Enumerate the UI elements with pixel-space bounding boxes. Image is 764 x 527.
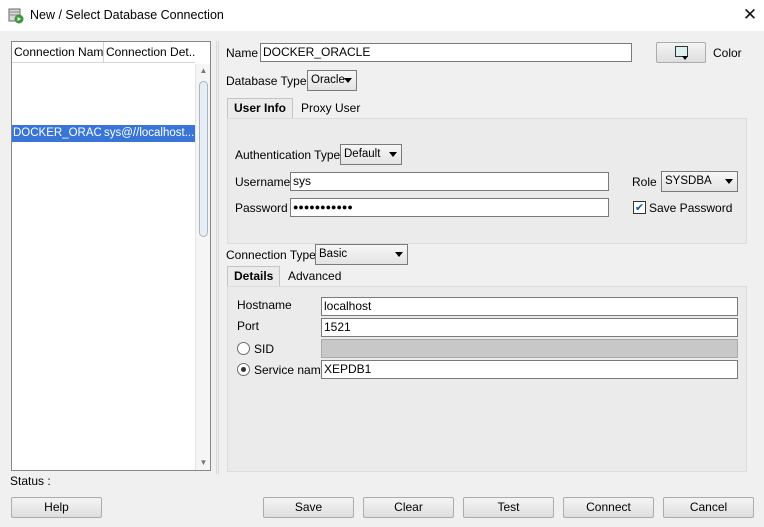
authentication-type-select[interactable]: Default: [340, 144, 402, 165]
cancel-button[interactable]: Cancel: [663, 497, 754, 518]
sid-field[interactable]: [321, 339, 738, 358]
connection-list[interactable]: Connection Name Connection Det... DOCKER…: [11, 41, 211, 471]
tab-proxy-user[interactable]: Proxy User: [295, 99, 366, 119]
chevron-down-icon: [344, 78, 352, 83]
scroll-down-icon[interactable]: ▼: [199, 459, 208, 467]
connection-name-cell: DOCKER_ORACLE: [13, 127, 101, 139]
scroll-up-icon[interactable]: ▲: [199, 67, 208, 75]
service-name-field[interactable]: XEPDB1: [321, 360, 738, 379]
split-divider[interactable]: [216, 41, 219, 474]
connection-type-select[interactable]: Basic: [315, 244, 408, 265]
chevron-down-icon: [725, 179, 733, 184]
help-button[interactable]: Help: [11, 497, 102, 518]
scrollbar-thumb[interactable]: [199, 81, 208, 237]
sid-label: SID: [254, 342, 275, 356]
column-header-connection-details[interactable]: Connection Det...: [104, 42, 195, 63]
name-field[interactable]: DOCKER_ORACLE: [260, 43, 632, 62]
hostname-field[interactable]: localhost: [321, 297, 738, 316]
window-title: New / Select Database Connection: [30, 8, 224, 22]
database-connection-icon: [8, 8, 24, 24]
save-password-label: Save Password: [649, 201, 733, 215]
close-icon[interactable]: ✕: [737, 5, 763, 27]
connection-type-value: Basic: [319, 248, 348, 260]
port-field[interactable]: 1521: [321, 318, 738, 337]
hostname-label: Hostname: [237, 298, 292, 312]
service-name-radio[interactable]: [237, 363, 250, 376]
authentication-type-label: Authentication Type: [235, 148, 341, 162]
clear-button[interactable]: Clear: [363, 497, 454, 518]
role-value: SYSDBA: [665, 175, 712, 187]
save-password-checkbox[interactable]: ✔: [633, 201, 646, 214]
connection-type-label: Connection Type: [226, 248, 316, 262]
connect-button[interactable]: Connect: [563, 497, 654, 518]
tab-user-info[interactable]: User Info: [227, 98, 294, 118]
color-picker-button[interactable]: [656, 42, 706, 63]
database-type-select[interactable]: Oracle: [307, 70, 357, 91]
title-bar: New / Select Database Connection ✕: [0, 0, 764, 31]
database-type-label: Database Type: [226, 74, 307, 88]
password-label: Password: [235, 201, 288, 215]
save-button[interactable]: Save: [263, 497, 354, 518]
tab-advanced[interactable]: Advanced: [282, 267, 347, 287]
service-name-label: Service name: [254, 363, 328, 377]
color-label: Color: [713, 46, 742, 60]
name-label: Name: [226, 46, 259, 60]
connection-details-cell: sys@//localhost...: [104, 127, 195, 139]
role-label: Role: [632, 175, 657, 189]
sid-radio[interactable]: [237, 342, 250, 355]
password-field[interactable]: ●●●●●●●●●●●: [290, 198, 609, 217]
port-label: Port: [237, 319, 260, 333]
authentication-type-value: Default: [344, 148, 381, 160]
chevron-down-icon: [389, 152, 397, 157]
chevron-down-icon: [395, 252, 403, 257]
username-field[interactable]: sys: [290, 172, 609, 191]
column-header-connection-name[interactable]: Connection Name: [12, 42, 104, 63]
list-scrollbar[interactable]: ▲ ▼: [195, 64, 210, 470]
tab-details[interactable]: Details: [227, 266, 281, 286]
status-label: Status :: [10, 474, 51, 488]
connection-row[interactable]: DOCKER_ORACLE sys@//localhost...: [12, 125, 195, 142]
username-label: Username: [235, 175, 291, 189]
chevron-down-icon: [682, 56, 688, 60]
role-select[interactable]: SYSDBA: [661, 171, 738, 192]
test-button[interactable]: Test: [463, 497, 554, 518]
database-type-value: Oracle: [311, 74, 345, 86]
